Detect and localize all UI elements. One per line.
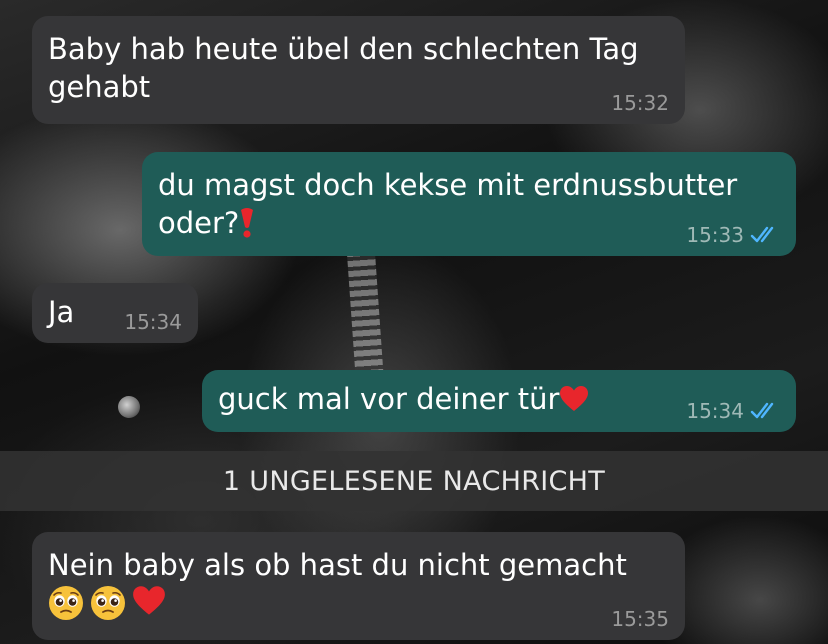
message-timestamp: 15:33	[686, 223, 744, 247]
message-timestamp: 15:32	[611, 91, 669, 115]
message-meta: 15:34	[686, 400, 780, 422]
message-timestamp: 15:34	[124, 310, 182, 334]
message-text: Nein baby als ob hast du nicht gemacht	[48, 548, 627, 582]
pleading-face-icon	[49, 586, 83, 620]
red-heart-icon	[560, 386, 589, 411]
wallpaper-stud-detail	[118, 396, 140, 418]
red-exclamation-icon	[241, 208, 254, 238]
message-meta: 15:34	[124, 311, 182, 333]
message-meta: 15:32	[611, 92, 669, 114]
read-receipt-icon	[750, 226, 774, 243]
unread-messages-divider: 1 UNGELESENE NACHRICHT	[0, 451, 828, 511]
incoming-message-bubble[interactable]: Baby hab heute übel den schlechten Tag g…	[32, 16, 685, 124]
message-meta: 15:35	[611, 608, 669, 630]
message-timestamp: 15:34	[686, 399, 744, 423]
outgoing-message-bubble[interactable]: guck mal vor deiner tür 15:34	[202, 370, 796, 432]
message-text: Baby hab heute übel den schlechten Tag g…	[48, 32, 639, 104]
incoming-message-bubble[interactable]: Nein baby als ob hast du nicht gemacht 1…	[32, 532, 685, 640]
message-timestamp: 15:35	[611, 607, 669, 631]
incoming-message-bubble[interactable]: Ja 15:34	[32, 283, 198, 343]
outgoing-message-bubble[interactable]: du magst doch kekse mit erdnussbutter od…	[142, 152, 796, 256]
pleading-face-icon	[91, 586, 125, 620]
message-text: guck mal vor deiner tür	[218, 382, 560, 416]
unread-divider-label: 1 UNGELESENE NACHRICHT	[222, 465, 606, 497]
read-receipt-icon	[750, 402, 774, 419]
message-meta: 15:33	[686, 224, 780, 246]
message-emoji-row	[48, 584, 669, 622]
red-heart-icon	[133, 586, 165, 615]
